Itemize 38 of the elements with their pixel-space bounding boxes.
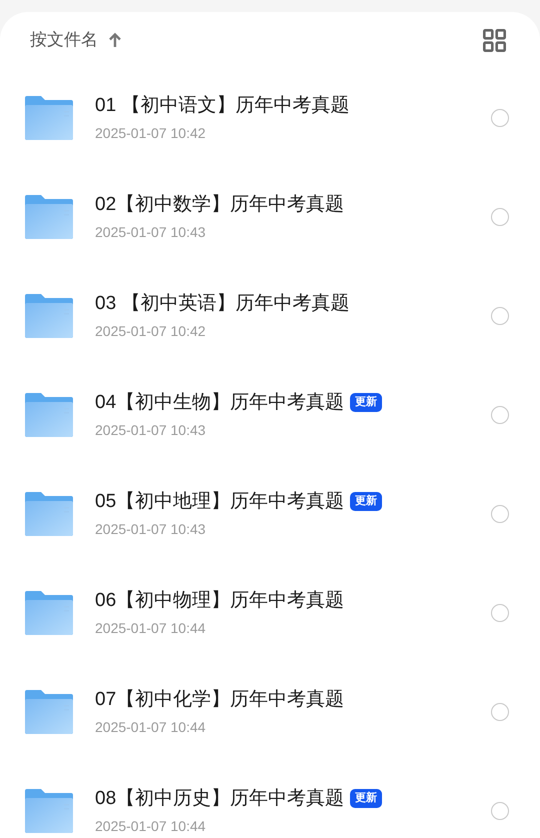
folder-icon xyxy=(25,491,73,536)
modified-date: 2025-01-07 10:42 xyxy=(95,322,207,340)
folder-name: 08【初中历史】历年中考真题 xyxy=(95,786,344,810)
update-badge: 更新 xyxy=(350,789,382,808)
folder-name: 02【初中数学】历年中考真题 xyxy=(95,192,344,216)
folder-icon xyxy=(25,590,73,635)
update-badge: 更新 xyxy=(350,492,382,511)
select-radio[interactable] xyxy=(491,108,509,126)
folder-icon xyxy=(25,95,73,140)
select-radio[interactable] xyxy=(491,702,509,720)
folder-icon xyxy=(25,194,73,239)
update-badge: 更新 xyxy=(350,393,382,412)
modified-date: 2025-01-07 10:44 xyxy=(95,618,207,636)
folder-name: 05【初中地理】历年中考真题 xyxy=(95,490,344,514)
folder-name: 03 【初中英语】历年中考真题 xyxy=(95,292,350,316)
folder-icon xyxy=(25,293,73,338)
folder-name: 06【初中物理】历年中考真题 xyxy=(95,588,344,612)
select-radio[interactable] xyxy=(491,208,509,226)
select-radio[interactable] xyxy=(491,504,509,522)
folder-name: 01 【初中语文】历年中考真题 xyxy=(95,94,350,118)
select-radio[interactable] xyxy=(491,306,509,324)
select-radio[interactable] xyxy=(491,406,509,424)
modified-date: 2025-01-07 10:43 xyxy=(95,420,207,438)
modified-date: 2025-01-07 10:42 xyxy=(95,124,207,142)
sort-arrow-icon[interactable] xyxy=(108,32,122,48)
modified-date: 2025-01-07 10:44 xyxy=(95,718,207,736)
folder-icon xyxy=(25,689,73,734)
folder-name: 04【初中生物】历年中考真题 xyxy=(95,390,344,414)
modified-date: 2025-01-07 10:44 xyxy=(95,816,207,834)
folder-name: 07【初中化学】历年中考真题 xyxy=(95,688,344,712)
folder-icon xyxy=(25,392,73,437)
select-radio[interactable] xyxy=(491,802,509,820)
modified-date: 2025-01-07 10:43 xyxy=(95,222,207,240)
sort-label[interactable]: 按文件名 xyxy=(30,27,98,53)
folder-icon xyxy=(25,788,73,833)
modified-date: 2025-01-07 10:43 xyxy=(95,520,207,538)
select-radio[interactable] xyxy=(491,604,509,622)
grid-view-icon[interactable] xyxy=(483,28,506,52)
